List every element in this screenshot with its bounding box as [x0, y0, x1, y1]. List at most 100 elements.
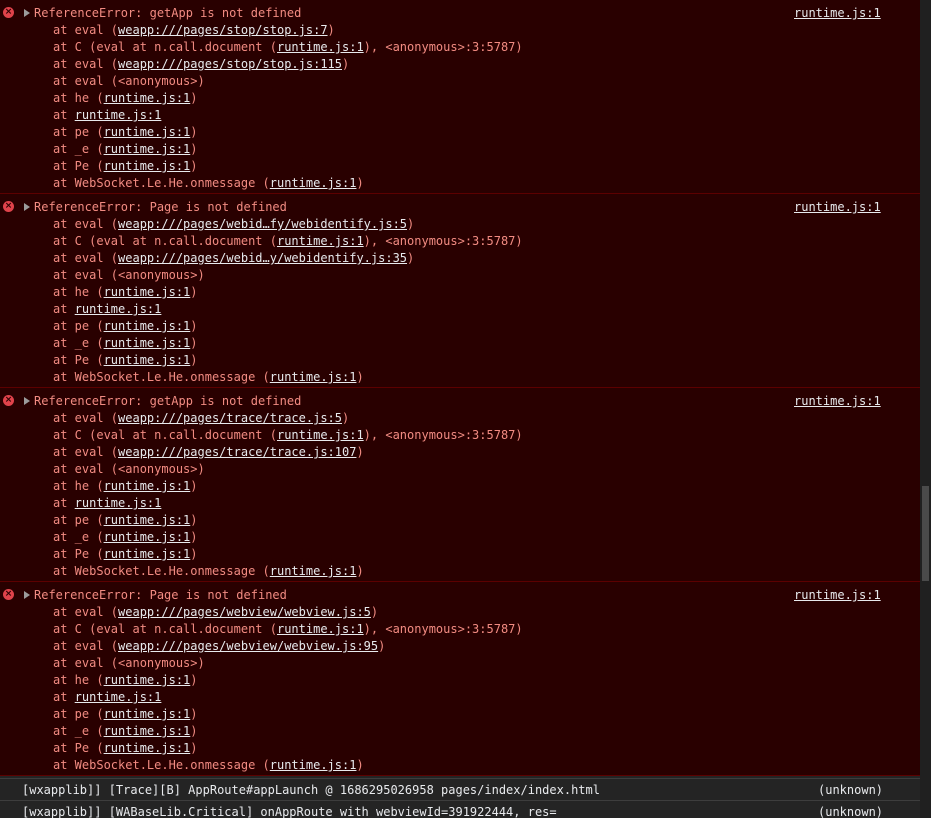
stack-frame-suffix: ): [370, 605, 379, 619]
console-panel: × ReferenceError: getApp is not defined ru…: [0, 0, 931, 818]
stack-frame-text: at pe (: [53, 513, 104, 527]
stack-frame-suffix: ): [356, 176, 364, 190]
error-source-link[interactable]: runtime.js:1: [794, 587, 881, 604]
stack-frame-link[interactable]: runtime.js:1: [104, 91, 191, 105]
stack-frame-text: at _e (: [53, 724, 104, 738]
stack-frame: at _e (runtime.js:1): [53, 529, 523, 546]
error-source-link[interactable]: runtime.js:1: [794, 5, 881, 22]
stack-frame-suffix: ): [190, 353, 198, 367]
stack-frame-link[interactable]: weapp:///pages/webview/webview.js:5: [118, 605, 371, 619]
stack-frame-link[interactable]: runtime.js:1: [104, 741, 191, 755]
log-row: [wxapplib]] [Trace][B] AppRoute#appLaunc…: [0, 778, 920, 800]
expand-triangle-icon[interactable]: [24, 397, 30, 405]
stack-frame-text: at Pe (: [53, 547, 104, 561]
stack-frame-link[interactable]: weapp:///pages/stop/stop.js:115: [118, 57, 342, 71]
stack-frame-link[interactable]: runtime.js:1: [75, 496, 162, 510]
stack-frame: at _e (runtime.js:1): [53, 723, 523, 740]
stack-frame-text: at he (: [53, 91, 104, 105]
error-message-text: ReferenceError: Page is not defined: [34, 588, 287, 602]
stack-frame: at Pe (runtime.js:1): [53, 740, 523, 757]
stack-frame-link[interactable]: runtime.js:1: [75, 108, 162, 122]
stack-frame: at C (eval at n.call.document (runtime.j…: [53, 233, 523, 250]
stack-frame-text: at C (eval at n.call.document (: [53, 428, 277, 442]
stack-frame-link[interactable]: weapp:///pages/webid…y/webidentify.js:35: [118, 251, 407, 265]
vertical-scrollbar[interactable]: [920, 0, 931, 818]
stack-frame: at pe (runtime.js:1): [53, 706, 523, 723]
error-message-block: × ReferenceError: getApp is not defined ru…: [0, 0, 920, 194]
stack-trace: at eval (weapp:///pages/stop/stop.js:7) a…: [53, 22, 523, 192]
stack-frame-text: at C (eval at n.call.document (: [53, 40, 277, 54]
stack-frame-link[interactable]: weapp:///pages/stop/stop.js:7: [118, 23, 328, 37]
stack-frame-link[interactable]: runtime.js:1: [270, 176, 357, 190]
stack-frame-text: at: [53, 496, 75, 510]
stack-frame-link[interactable]: runtime.js:1: [270, 370, 357, 384]
stack-frame-link[interactable]: runtime.js:1: [270, 564, 357, 578]
stack-frame-link[interactable]: runtime.js:1: [277, 40, 364, 54]
stack-frame-link[interactable]: runtime.js:1: [104, 159, 191, 173]
stack-frame-suffix: ): [190, 91, 198, 105]
stack-frame-text: at eval (<anonymous>): [53, 74, 205, 88]
stack-frame-text: at eval (: [53, 23, 119, 37]
stack-frame-text: at C (eval at n.call.document (: [53, 234, 277, 248]
stack-frame-link[interactable]: runtime.js:1: [104, 479, 191, 493]
stack-frame-link[interactable]: runtime.js:1: [75, 690, 162, 704]
stack-frame-link[interactable]: runtime.js:1: [277, 234, 364, 248]
stack-frame: at eval (weapp:///pages/trace/trace.js:5…: [53, 410, 523, 427]
stack-frame: at runtime.js:1: [53, 495, 523, 512]
stack-frame-link[interactable]: runtime.js:1: [277, 622, 364, 636]
expand-triangle-icon[interactable]: [24, 9, 30, 17]
stack-frame: at _e (runtime.js:1): [53, 335, 523, 352]
stack-frame-link[interactable]: runtime.js:1: [104, 285, 191, 299]
stack-frame-text: at eval (<anonymous>): [53, 462, 205, 476]
log-message-text: [wxapplib]] [Trace][B] AppRoute#appLaunc…: [22, 783, 600, 797]
error-source-link[interactable]: runtime.js:1: [794, 393, 881, 410]
stack-frame: at Pe (runtime.js:1): [53, 352, 523, 369]
stack-frame-text: at _e (: [53, 336, 104, 350]
error-circle-icon: ×: [3, 7, 14, 18]
stack-frame: at WebSocket.Le.He.onmessage (runtime.js…: [53, 757, 523, 774]
scrollbar-thumb[interactable]: [922, 486, 929, 581]
stack-frame-text: at eval (: [53, 445, 119, 459]
error-message-text: ReferenceError: getApp is not defined: [34, 6, 302, 20]
stack-frame: at pe (runtime.js:1): [53, 318, 523, 335]
stack-frame-suffix: ): [356, 370, 364, 384]
error-message-text: ReferenceError: Page is not defined: [34, 200, 287, 214]
expand-triangle-icon[interactable]: [24, 591, 30, 599]
stack-frame-text: at _e (: [53, 530, 104, 544]
stack-frame-link[interactable]: weapp:///pages/webview/webview.js:95: [118, 639, 378, 653]
stack-frame-link[interactable]: runtime.js:1: [104, 142, 191, 156]
error-source-link[interactable]: runtime.js:1: [794, 199, 881, 216]
expand-triangle-icon[interactable]: [24, 203, 30, 211]
stack-frame: at eval (weapp:///pages/webid…y/webident…: [53, 250, 523, 267]
stack-frame-link[interactable]: runtime.js:1: [104, 319, 191, 333]
stack-frame-link[interactable]: runtime.js:1: [104, 724, 191, 738]
stack-frame-link[interactable]: runtime.js:1: [104, 513, 191, 527]
stack-frame-link[interactable]: weapp:///pages/webid…fy/webidentify.js:5: [118, 217, 407, 231]
stack-frame-suffix: ): [190, 125, 198, 139]
stack-frame-link[interactable]: runtime.js:1: [104, 530, 191, 544]
stack-frame-text: at _e (: [53, 142, 104, 156]
stack-frame-text: at he (: [53, 285, 104, 299]
stack-frame-link[interactable]: runtime.js:1: [104, 125, 191, 139]
error-message-block: × ReferenceError: Page is not defined runt…: [0, 582, 920, 776]
error-circle-icon: ×: [3, 589, 14, 600]
stack-frame-link[interactable]: runtime.js:1: [104, 353, 191, 367]
stack-frame-suffix: ): [190, 285, 198, 299]
stack-trace: at eval ( weapp:///pages/trace/trace.js:5…: [53, 410, 523, 580]
stack-frame: at C (eval at n.call.document (runtime.j…: [53, 621, 523, 638]
stack-frame-link[interactable]: runtime.js:1: [270, 758, 357, 772]
stack-frame-link[interactable]: runtime.js:1: [104, 336, 191, 350]
stack-frame: at C (eval at n.call.document (runtime.j…: [53, 427, 523, 444]
stack-frame-link[interactable]: runtime.js:1: [104, 673, 191, 687]
stack-frame-link[interactable]: runtime.js:1: [75, 302, 162, 316]
error-message-text: ReferenceError: getApp is not defined: [34, 394, 302, 408]
stack-frame-link[interactable]: weapp:///pages/trace/trace.js:5: [118, 411, 342, 425]
stack-frame-text: at eval (: [53, 57, 119, 71]
stack-frame-link[interactable]: runtime.js:1: [104, 547, 191, 561]
stack-frame-link[interactable]: runtime.js:1: [104, 707, 191, 721]
stack-frame-suffix: ): [190, 741, 198, 755]
stack-frame-text: at pe (: [53, 707, 104, 721]
stack-frame-link[interactable]: weapp:///pages/trace/trace.js:107: [118, 445, 356, 459]
stack-frame-link[interactable]: runtime.js:1: [277, 428, 364, 442]
stack-frame: at runtime.js:1: [53, 107, 523, 124]
